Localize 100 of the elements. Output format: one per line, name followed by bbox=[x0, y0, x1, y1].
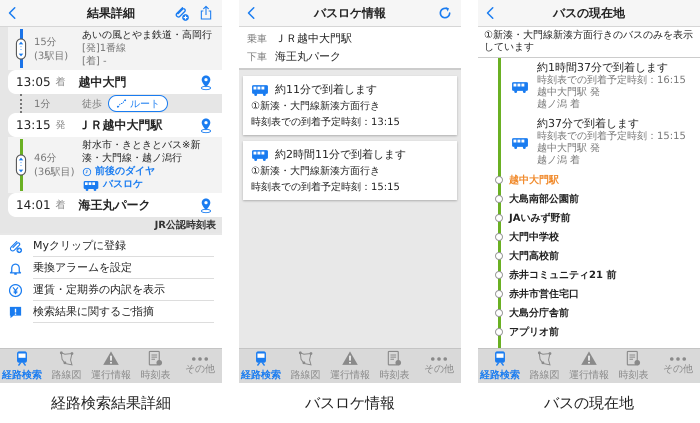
stop-marker bbox=[495, 252, 503, 260]
location-pin-icon[interactable] bbox=[198, 196, 214, 214]
bus-icon bbox=[251, 148, 269, 161]
screen-caption: バスロケ情報 bbox=[305, 394, 395, 412]
walk-label: 徒歩 bbox=[82, 98, 102, 110]
route-name: ①新湊・大門線新湊方面行き bbox=[251, 164, 381, 178]
stop-time: 14:01 bbox=[16, 198, 51, 212]
link[interactable]: バスロケ bbox=[82, 178, 216, 191]
stop-marker bbox=[495, 194, 503, 202]
line-name: 射水市・きときとバス※新湊・大門線・越ノ潟行 bbox=[82, 139, 202, 165]
stop-marker bbox=[495, 308, 503, 316]
tab[interactable]: 路線図 bbox=[44, 349, 89, 383]
route-icon bbox=[116, 98, 127, 109]
menu-item[interactable]: 乗換アラームを設定 bbox=[0, 257, 222, 279]
timetable-icon bbox=[624, 350, 642, 367]
arrival-estimate: 約1時間37分で到着します bbox=[537, 61, 669, 74]
tab[interactable]: 運行情報 bbox=[566, 349, 612, 383]
stop-count: (36駅目) bbox=[34, 166, 76, 179]
route-button[interactable]: ルート bbox=[108, 95, 168, 112]
screen-caption: バスの現在地 bbox=[544, 394, 634, 412]
arrival-stop: 越ノ潟 着 bbox=[537, 99, 582, 111]
refresh-icon[interactable] bbox=[437, 5, 453, 21]
tab[interactable]: 経路検索 bbox=[239, 349, 284, 383]
route-map-icon bbox=[536, 350, 554, 367]
screen-title: バスロケ情報 bbox=[312, 4, 387, 22]
bell-icon bbox=[8, 260, 23, 276]
stop-name: 赤井市営住宅口 bbox=[509, 287, 579, 300]
scheduled-time: 時刻表での到着予定時刻：15:15 bbox=[537, 131, 686, 142]
tab[interactable]: その他 bbox=[656, 349, 700, 383]
arrival-estimate: 約2時間11分で到着します bbox=[275, 147, 406, 162]
stop-type: 発 bbox=[56, 119, 66, 132]
stop-marker bbox=[495, 176, 503, 184]
stop-time: 13:05 bbox=[16, 75, 51, 89]
stop-name: 大門高校前 bbox=[509, 249, 559, 262]
menu-label: 運賃・定期券の内訳を表示 bbox=[33, 279, 214, 301]
stop-type: 着 bbox=[56, 76, 66, 89]
share-icon[interactable] bbox=[198, 4, 214, 22]
bus-icon bbox=[511, 80, 529, 92]
stop-list-toggle-icon[interactable] bbox=[16, 38, 26, 60]
bus-icon bbox=[251, 83, 269, 96]
clip-add-icon bbox=[8, 238, 23, 254]
scheduled-time: 時刻表での到着予定時刻：16:15 bbox=[537, 75, 686, 86]
tab[interactable]: 経路検索 bbox=[478, 349, 522, 383]
tab[interactable]: 時刻表 bbox=[372, 349, 417, 383]
timetable-icon bbox=[385, 350, 404, 367]
ride-duration: 46分 bbox=[34, 152, 58, 165]
report-icon bbox=[8, 304, 23, 320]
warning-icon bbox=[341, 350, 360, 367]
location-pin-icon[interactable] bbox=[198, 73, 214, 91]
menu-item[interactable]: 検索結果に関するご指摘 bbox=[0, 301, 222, 323]
tab[interactable]: 運行情報 bbox=[88, 349, 134, 383]
clock-icon bbox=[82, 166, 92, 176]
more-icon bbox=[192, 356, 208, 360]
link[interactable]: 前後のダイヤ bbox=[82, 165, 216, 178]
line-name: あいの風とやま鉄道・高岡行 bbox=[82, 29, 213, 42]
arrival-stop: 越ノ潟 着 bbox=[537, 155, 582, 167]
screen-title: バスの現在地 bbox=[552, 4, 626, 22]
more-icon bbox=[670, 356, 686, 360]
tab[interactable]: 運行情報 bbox=[328, 349, 372, 383]
screen-caption: 経路検索結果詳細 bbox=[51, 394, 171, 412]
menu-label: Myクリップに登録 bbox=[33, 235, 214, 257]
tab[interactable]: その他 bbox=[178, 349, 222, 383]
platform-info: [着] - bbox=[82, 55, 108, 68]
credit-text: JR公認時刻表 bbox=[154, 218, 216, 232]
scheduled-time: 時刻表での到着予定時刻：13:15 bbox=[251, 116, 401, 129]
menu-item[interactable]: 運賃・定期券の内訳を表示 bbox=[0, 279, 222, 301]
arrival-estimate: 約37分で到着します bbox=[537, 117, 640, 130]
tab[interactable]: その他 bbox=[416, 349, 461, 383]
bus-icon bbox=[82, 178, 100, 190]
departure-stop: 越中大門駅 発 bbox=[537, 143, 602, 154]
stop-list-toggle-icon[interactable] bbox=[16, 154, 26, 176]
stop-count: (3駅目) bbox=[34, 50, 70, 62]
station-name: ＪＲ越中大門駅 bbox=[78, 116, 164, 134]
route-map-icon bbox=[296, 350, 315, 367]
bus-icon bbox=[511, 136, 529, 148]
stop-type: 着 bbox=[56, 198, 66, 212]
route-name: ①新湊・大門線新湊方面行き bbox=[251, 100, 381, 113]
arrival-estimate: 約11分で到着します bbox=[275, 82, 377, 97]
stop-time: 13:15 bbox=[16, 118, 51, 132]
departure-stop: 越中大門駅 発 bbox=[537, 87, 602, 98]
trip-label: 下車 bbox=[247, 50, 267, 64]
stop-name: アプリオ前 bbox=[509, 325, 559, 338]
ride-duration: 15分 bbox=[34, 36, 58, 48]
tab[interactable]: 経路検索 bbox=[0, 349, 44, 383]
tab[interactable]: 時刻表 bbox=[611, 349, 656, 383]
stop-marker bbox=[495, 214, 503, 222]
tab[interactable]: 路線図 bbox=[522, 349, 567, 383]
menu-item[interactable]: Myクリップに登録 bbox=[0, 235, 222, 257]
tab[interactable]: 時刻表 bbox=[133, 349, 178, 383]
tab[interactable]: 路線図 bbox=[283, 349, 328, 383]
location-pin-icon[interactable] bbox=[198, 116, 214, 134]
stop-marker bbox=[495, 270, 503, 278]
station-name: 海王丸パーク bbox=[78, 196, 152, 214]
screen-title: 結果詳細 bbox=[86, 4, 136, 22]
menu-label: 乗換アラームを設定 bbox=[33, 257, 214, 279]
stop-marker bbox=[495, 328, 503, 336]
stop-name: 越中大門駅 bbox=[509, 174, 559, 186]
notice-text: ①新湊・大門線新湊方面行きのバスのみを表示しています bbox=[478, 27, 700, 58]
station-name: 越中大門 bbox=[78, 74, 128, 90]
warning-icon bbox=[580, 350, 598, 367]
